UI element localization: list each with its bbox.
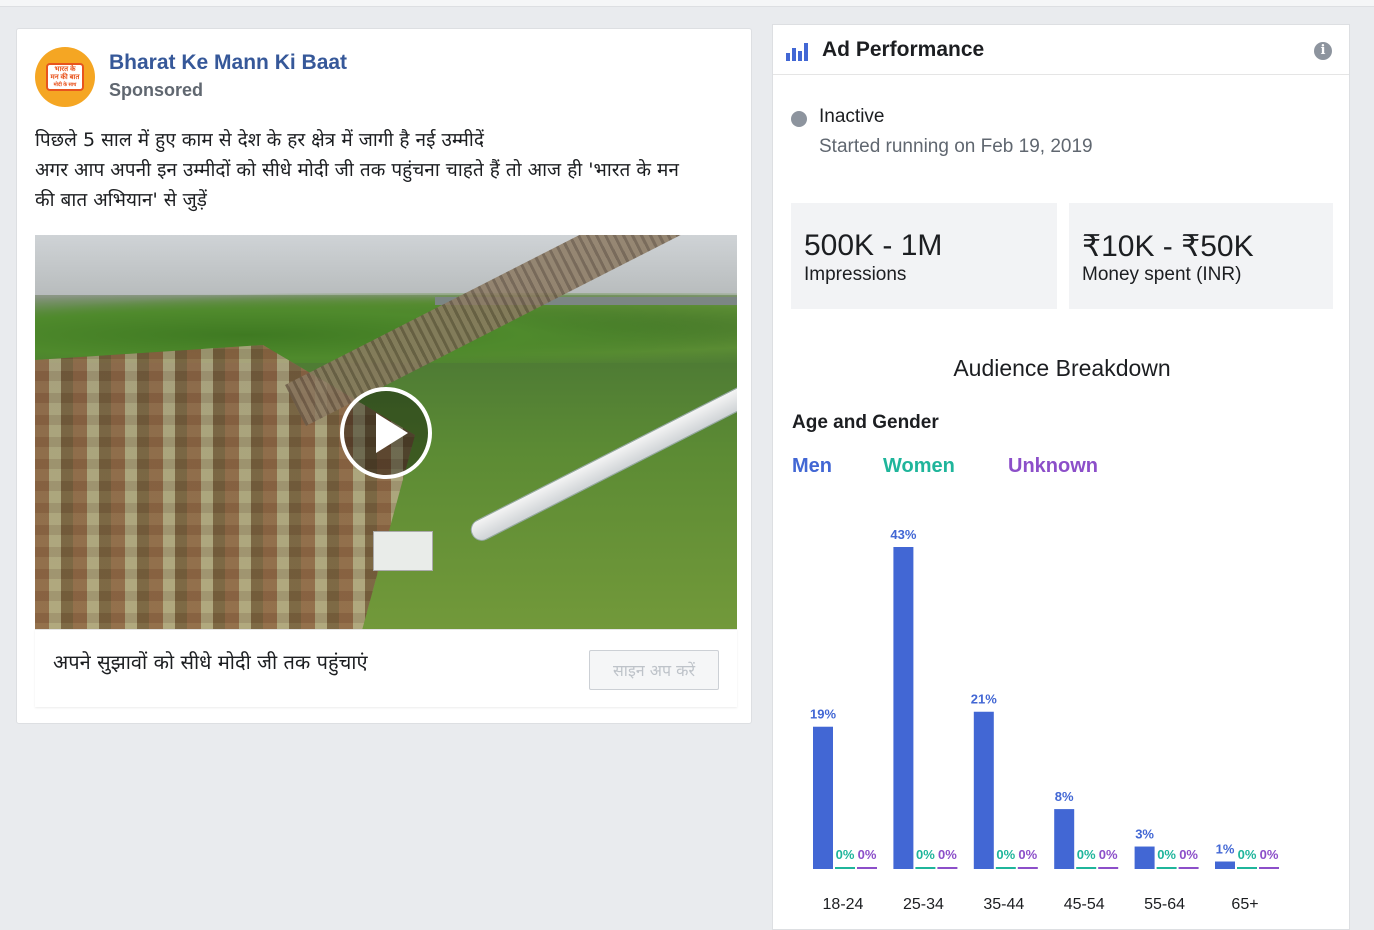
bar-men-35-44 [973,711,994,869]
status-text: Inactive [819,106,885,127]
x-tick-label: 45-54 [1064,896,1105,913]
cta-bar: अपने सुझावों को सीधे मोदी जी तक पहुंचाएं… [35,629,737,707]
bar-women-18-24 [835,867,855,869]
x-tick-label: 18-24 [823,896,864,913]
bar-label: 0% [1077,847,1096,862]
spent-metric: ₹10K - ₹50K Money spent (INR) [1069,203,1333,309]
top-bar [0,0,1374,7]
impressions-metric: 500K - 1M Impressions [791,203,1057,309]
logo-line: मन की बात [50,74,80,81]
bar-unknown-25-34 [937,867,958,869]
status-dot [791,111,807,127]
page-logo: भारत के मन की बात मोदी के साथ [46,63,84,91]
bar-label: 0% [836,847,855,862]
bar-men-18-24 [813,726,833,869]
x-tick-label: 25-34 [903,896,944,913]
sponsored-label: Sponsored [109,80,204,100]
bar-label: 0% [1157,847,1176,862]
bar-label: 8% [1055,789,1074,804]
page-avatar[interactable]: भारत के मन की बात मोदी के साथ [35,47,95,107]
bar-men-25-34 [893,547,914,869]
bar-label: 0% [916,847,935,862]
ad-performance-panel: Ad Performance i Inactive Started runnin… [772,24,1350,930]
video-train [467,379,737,545]
bar-label: 3% [1135,827,1154,842]
ad-body-text: पिछले 5 साल में हुए काम से देश के हर क्ष… [35,125,735,215]
bar-unknown-35-44 [1017,867,1038,869]
bar-label: 0% [1018,847,1037,862]
bar-men-65+ [1215,861,1235,869]
ad-card: भारत के मन की बात मोदी के साथ Bharat Ke … [16,28,752,724]
bar-women-65+ [1237,867,1257,869]
bar-label: 0% [1099,847,1118,862]
bar-label: 21% [971,692,997,707]
bar-label: 0% [996,847,1015,862]
age-gender-title: Age and Gender [792,412,939,433]
bar-label: 43% [890,527,916,542]
bar-label: 1% [1216,842,1235,857]
bar-women-25-34 [915,867,936,869]
ad-text-line: पिछले 5 साल में हुए काम से देश के हर क्ष… [35,129,484,151]
bar-label: 0% [938,847,957,862]
audience-breakdown-title: Audience Breakdown [953,355,1171,381]
impressions-value: 500K - 1M [804,229,943,262]
bar-women-45-54 [1076,867,1097,869]
bar-women-35-44 [995,867,1016,869]
x-tick-label: 35-44 [983,896,1024,913]
play-button[interactable] [340,387,432,479]
spent-value: ₹10K - ₹50K [1082,230,1254,263]
bar-unknown-45-54 [1098,867,1119,869]
spent-label: Money spent (INR) [1082,264,1242,285]
ad-video[interactable] [35,235,737,629]
impressions-label: Impressions [804,264,907,285]
started-date: Started running on Feb 19, 2019 [819,136,1093,157]
chart-svg: 19%0% 0%18-2443%0% 0%25-3421%0% 0%35-448%0%… [810,527,1279,913]
bar-label: 0% [858,847,877,862]
legend-unknown[interactable]: Unknown [1008,455,1098,478]
bar-chart-icon [786,43,808,61]
bar-men-45-54 [1054,809,1075,869]
bar-label: 0% [1238,847,1257,862]
logo-line: मोदी के साथ [53,82,77,88]
bar-label: 19% [810,707,836,722]
x-tick-label: 65+ [1231,896,1258,913]
bar-unknown-55-64 [1178,867,1199,869]
bar-men-55-64 [1134,846,1155,869]
legend-women[interactable]: Women [883,455,955,478]
cta-headline: अपने सुझावों को सीधे मोदी जी तक पहुंचाएं [53,650,368,674]
bar-unknown-18-24 [857,867,877,869]
ad-text-line: की बात अभियान' से जुड़ें [35,189,207,211]
panel-header: Ad Performance i [773,25,1349,75]
play-icon [376,413,408,453]
bar-label: 0% [1179,847,1198,862]
bar-women-55-64 [1156,867,1177,869]
sign-up-button[interactable]: साइन अप करें [589,650,719,690]
page-name-link[interactable]: Bharat Ke Mann Ki Baat [109,51,347,75]
logo-line: भारत के [54,66,76,73]
info-icon[interactable]: i [1314,42,1332,60]
age-gender-chart: 19% 0% 0% 18-24 43% 0% 0% 25-34 21% 0% 0% 35-44 8% 0%… [791,505,1331,925]
ad-text-line: अगर आप अपनी इन उम्मीदों को सीधे मोदी जी … [35,159,679,181]
legend-men[interactable]: Men [792,455,832,478]
x-tick-label: 55-64 [1144,896,1185,913]
bar-unknown-65+ [1259,867,1279,869]
video-shed [373,531,433,571]
panel-title: Ad Performance [822,38,985,61]
bar-label: 0% [1260,847,1279,862]
